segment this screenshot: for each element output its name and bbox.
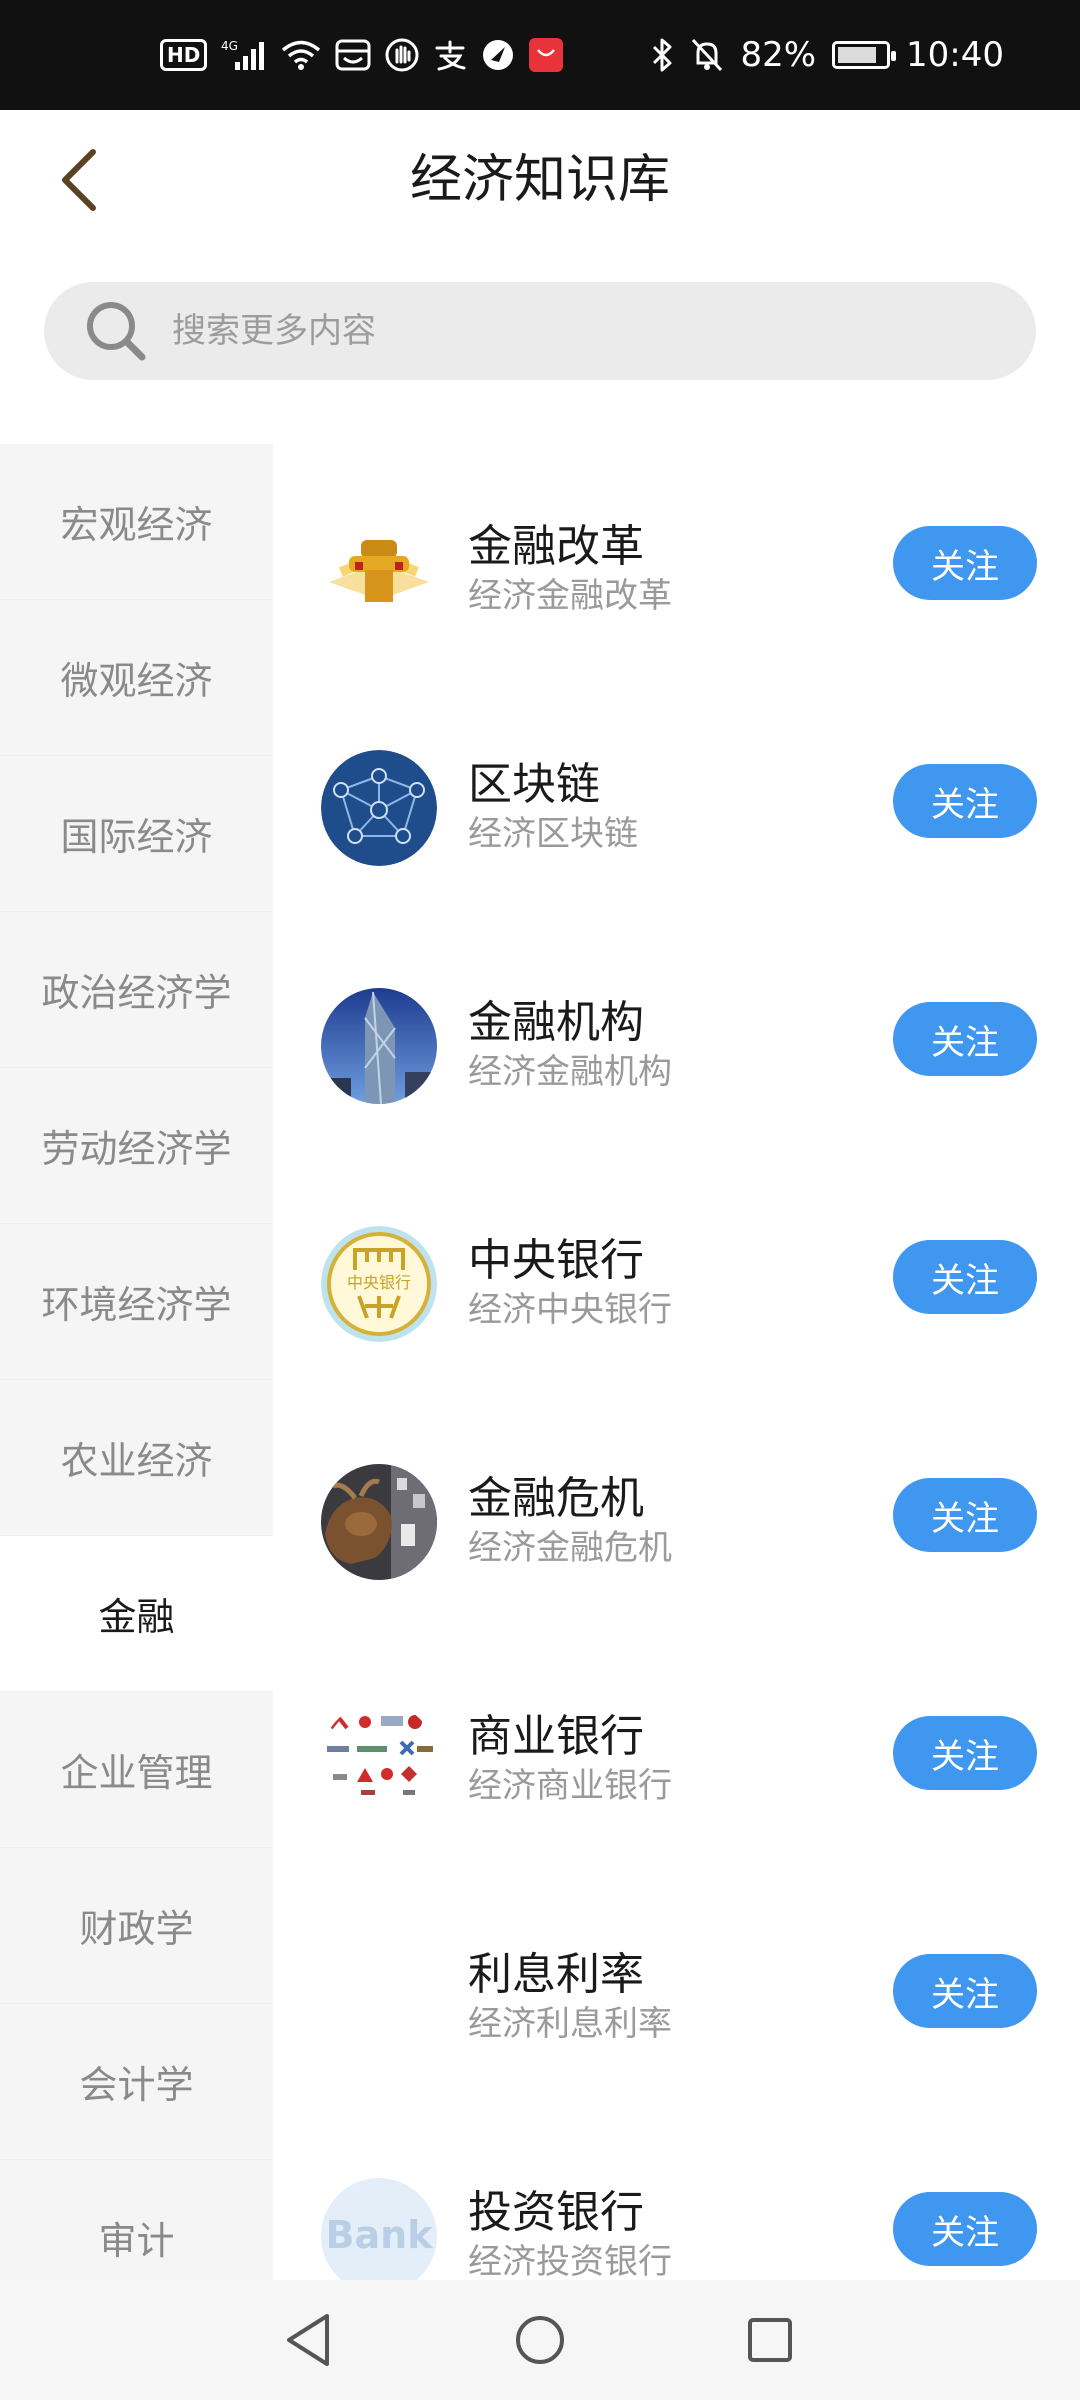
follow-button[interactable]: 关注 [893,1002,1037,1076]
bank-logos-icon [321,1702,437,1818]
sidebar-item-auditing[interactable]: 审计 [0,2160,273,2280]
sidebar-item-environmental-economics[interactable]: 环境经济学 [0,1224,273,1380]
topic-row[interactable]: 利息利率 经济利息利率 关注 [273,1872,1080,2110]
mute-bell-icon [690,37,724,73]
topic-subtitle: 经济商业银行 [468,1766,672,1806]
sidebar-item-agricultural-economics[interactable]: 农业经济 [0,1380,273,1536]
hand-app-icon [385,37,419,73]
page-title: 经济知识库 [409,150,670,210]
topic-subtitle: 经济投资银行 [468,2242,672,2280]
topic-title: 投资银行 [468,2187,644,2238]
topic-title: 区块链 [468,759,600,810]
inbox-app-icon [335,37,371,73]
blank-icon [321,1940,437,2056]
sidebar-item-political-economy[interactable]: 政治经济学 [0,912,273,1068]
sidebar-item-international-economics[interactable]: 国际经济 [0,756,273,912]
sidebar-item-microeconomics[interactable]: 微观经济 [0,600,273,756]
follow-button[interactable]: 关注 [893,526,1037,600]
home-circle-icon [516,2316,564,2364]
bank-sign-icon: Bank [321,2178,437,2280]
follow-button[interactable]: 关注 [893,2192,1037,2266]
back-triangle-icon [287,2314,329,2366]
battery-percent: 82% [740,35,817,75]
status-bar-right: 82% 10:40 [650,0,1004,110]
topic-subtitle: 经济金融危机 [468,1528,672,1568]
bank-tower-icon [321,988,437,1104]
sidebar-item-finance[interactable]: 金融 [0,1536,273,1692]
topic-subtitle: 经济利息利率 [468,2004,672,2044]
topic-title: 金融危机 [468,1473,644,1524]
topic-subtitle: 经济区块链 [468,814,638,854]
browser-app-icon [481,37,515,73]
signal-icon: 4G [221,37,267,73]
topic-row[interactable]: 金融改革 经济金融改革 关注 [273,444,1080,682]
alipay-app-icon [433,37,467,73]
topic-title: 金融机构 [468,997,644,1048]
topic-title: 金融改革 [468,521,644,572]
topic-subtitle: 经济金融改革 [468,576,672,616]
topic-row[interactable]: 区块链 经济区块链 关注 [273,682,1080,920]
sidebar-item-macroeconomics[interactable]: 宏观经济 [0,444,273,600]
topic-title: 利息利率 [468,1949,644,2000]
bull-statue-icon [321,1464,437,1580]
status-bar-left: HD 4G [160,0,564,110]
topic-row[interactable]: 商业银行 经济商业银行 关注 [273,1634,1080,1872]
topic-row[interactable]: 金融机构 经济金融机构 关注 [273,920,1080,1158]
topic-subtitle: 经济金融机构 [468,1052,672,1092]
topic-subtitle: 经济中央银行 [468,1290,672,1330]
svg-text:Bank: Bank [326,2213,434,2257]
svg-text:中央银行: 中央银行 [347,1273,411,1292]
search-icon [84,299,148,363]
status-bar: HD 4G 82% 10:40 [0,0,1080,110]
reform-emblem-icon [321,512,437,628]
follow-button[interactable]: 关注 [893,1240,1037,1314]
topic-row[interactable]: 中央银行 中央银行 经济中央银行 关注 [273,1158,1080,1396]
sidebar-item-business-management[interactable]: 企业管理 [0,1692,273,1848]
nav-back-button[interactable] [272,2304,344,2376]
nav-recents-button[interactable] [734,2304,806,2376]
sidebar-item-public-finance[interactable]: 财政学 [0,1848,273,2004]
app-header: 经济知识库 [0,110,1080,250]
topic-title: 商业银行 [468,1711,644,1762]
follow-button[interactable]: 关注 [893,1716,1037,1790]
search-bar[interactable] [44,282,1036,380]
follow-button[interactable]: 关注 [893,1954,1037,2028]
sidebar-item-labor-economics[interactable]: 劳动经济学 [0,1068,273,1224]
battery-icon [832,41,897,69]
category-sidebar: 宏观经济 微观经济 国际经济 政治经济学 劳动经济学 环境经济学 农业经济 金融… [0,444,273,2280]
recents-square-icon [748,2318,792,2362]
battery-fill [838,47,877,63]
topic-title: 中央银行 [468,1235,644,1286]
wifi-icon [281,37,321,73]
clock: 10:40 [906,35,1004,75]
svg-text:4G: 4G [221,39,238,53]
bluetooth-icon [650,37,674,73]
blockchain-network-icon [321,750,437,866]
follow-button[interactable]: 关注 [893,1478,1037,1552]
follow-button[interactable]: 关注 [893,764,1037,838]
system-nav-bar [0,2280,1080,2400]
topic-row[interactable]: Bank 投资银行 经济投资银行 关注 [273,2110,1080,2280]
sidebar-item-accounting[interactable]: 会计学 [0,2004,273,2160]
nav-home-button[interactable] [504,2304,576,2376]
search-input[interactable] [172,311,972,351]
topic-list: 金融改革 经济金融改革 关注 区块链 经济区块链 关注 金融机构 经济金融机构 … [273,444,1080,2280]
topic-row[interactable]: 金融危机 经济金融危机 关注 [273,1396,1080,1634]
central-bank-logo-icon: 中央银行 [321,1226,437,1342]
huawei-app-icon [529,38,564,72]
hd-icon: HD [160,39,208,71]
